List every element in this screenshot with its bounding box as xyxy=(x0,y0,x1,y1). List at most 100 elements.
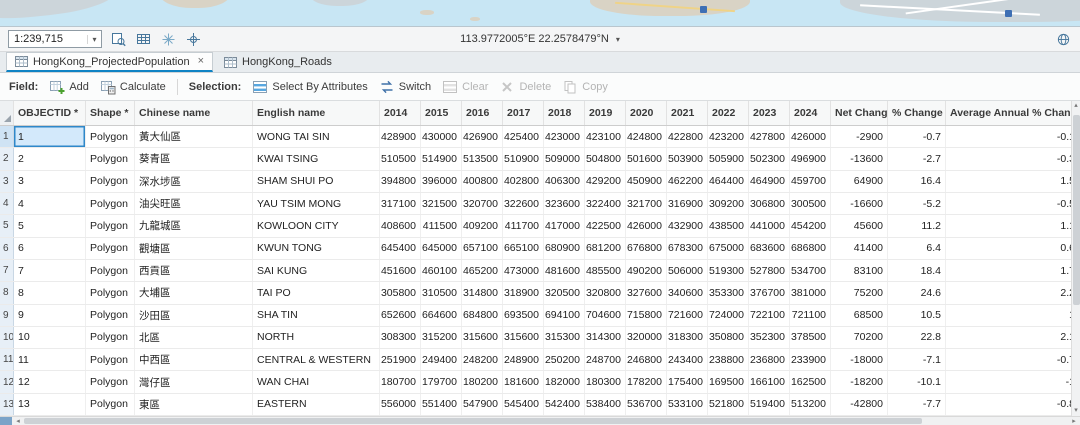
table-cell[interactable]: 306800 xyxy=(749,193,790,214)
table-cell[interactable]: -0.1 xyxy=(946,126,1080,147)
row-selector[interactable]: 12 xyxy=(0,371,14,392)
table-cell[interactable]: NORTH xyxy=(253,327,380,348)
table-cell[interactable]: 376700 xyxy=(749,282,790,303)
table-cell[interactable]: 686800 xyxy=(790,238,831,259)
table-cell[interactable]: 315200 xyxy=(421,327,462,348)
table-cell[interactable]: 504800 xyxy=(585,148,626,169)
table-cell[interactable]: 68500 xyxy=(831,305,888,326)
table-cell[interactable]: 411500 xyxy=(421,215,462,236)
table-cell[interactable]: 481600 xyxy=(544,260,585,281)
table-cell[interactable]: 556000 xyxy=(380,394,421,415)
table-cell[interactable]: 238800 xyxy=(708,349,749,370)
table-cell[interactable]: 501600 xyxy=(626,148,667,169)
table-cell[interactable]: 九龍城區 xyxy=(135,215,253,236)
table-cell[interactable]: 沙田區 xyxy=(135,305,253,326)
table-cell[interactable]: -0.7 xyxy=(888,126,946,147)
table-cell[interactable]: 423100 xyxy=(585,126,626,147)
table-cell[interactable]: 502300 xyxy=(749,148,790,169)
table-cell[interactable]: 510900 xyxy=(503,148,544,169)
row-selector[interactable]: 5 xyxy=(0,215,14,236)
table-cell[interactable]: 180300 xyxy=(585,371,626,392)
table-cell[interactable]: 178200 xyxy=(626,371,667,392)
table-cell[interactable]: 438500 xyxy=(708,215,749,236)
table-cell[interactable]: 464900 xyxy=(749,171,790,192)
row-selector[interactable]: 3 xyxy=(0,171,14,192)
table-cell[interactable]: 426000 xyxy=(626,215,667,236)
map-scale-combobox[interactable]: 1:239,715 ▾ xyxy=(8,30,102,48)
crosshair-icon[interactable] xyxy=(184,30,202,48)
table-cell[interactable]: -1 xyxy=(946,371,1080,392)
chevron-down-icon[interactable]: ▾ xyxy=(616,35,620,44)
table-cell[interactable]: 426900 xyxy=(462,126,503,147)
table-cell[interactable]: 514900 xyxy=(421,148,462,169)
table-cell[interactable]: 葵青區 xyxy=(135,148,253,169)
table-cell[interactable]: 315300 xyxy=(544,327,585,348)
table-cell[interactable]: 41400 xyxy=(831,238,888,259)
table-cell[interactable]: 664600 xyxy=(421,305,462,326)
table-cell[interactable]: 527800 xyxy=(749,260,790,281)
table-cell[interactable]: 675000 xyxy=(708,238,749,259)
table-cell[interactable]: 灣仔區 xyxy=(135,371,253,392)
scroll-right-icon[interactable]: ▸ xyxy=(1068,417,1080,425)
table-cell[interactable]: 327600 xyxy=(626,282,667,303)
table-cell[interactable]: 681200 xyxy=(585,238,626,259)
table-cell[interactable]: -2900 xyxy=(831,126,888,147)
table-cell[interactable]: 180200 xyxy=(462,371,503,392)
table-cell[interactable]: 485500 xyxy=(585,260,626,281)
table-cell[interactable]: 13 xyxy=(14,394,86,415)
vertical-scrollbar[interactable]: ▴ ▾ xyxy=(1071,101,1080,416)
table-cell[interactable]: 322400 xyxy=(585,193,626,214)
table-cell[interactable]: 233900 xyxy=(790,349,831,370)
table-cell[interactable]: 83100 xyxy=(831,260,888,281)
table-cell[interactable]: 10 xyxy=(14,327,86,348)
table-cell[interactable]: Polygon xyxy=(86,349,135,370)
table-cell[interactable]: 16.4 xyxy=(888,171,946,192)
column-header[interactable]: OBJECTID * xyxy=(14,101,86,125)
table-cell[interactable]: 251900 xyxy=(380,349,421,370)
table-cell[interactable]: 1.5 xyxy=(946,171,1080,192)
table-cell[interactable]: 5 xyxy=(14,215,86,236)
table-cell[interactable]: 411700 xyxy=(503,215,544,236)
table-cell[interactable]: Polygon xyxy=(86,193,135,214)
table-cell[interactable]: 645000 xyxy=(421,238,462,259)
row-selector[interactable]: 1 xyxy=(0,126,14,147)
select-by-attributes-button[interactable]: Select By Attributes xyxy=(252,79,367,95)
table-cell[interactable]: 321700 xyxy=(626,193,667,214)
table-cell[interactable]: WAN CHAI xyxy=(253,371,380,392)
table-cell[interactable]: 250200 xyxy=(544,349,585,370)
table-cell[interactable]: 175400 xyxy=(667,371,708,392)
table-cell[interactable]: 426000 xyxy=(790,126,831,147)
table-cell[interactable]: Polygon xyxy=(86,171,135,192)
table-cell[interactable]: Polygon xyxy=(86,305,135,326)
table-cell[interactable]: 680900 xyxy=(544,238,585,259)
table-cell[interactable]: 406300 xyxy=(544,171,585,192)
table-cell[interactable]: 657100 xyxy=(462,238,503,259)
clear-selection-button[interactable]: Clear xyxy=(442,79,488,95)
table-cell[interactable]: 510500 xyxy=(380,148,421,169)
table-cell[interactable]: SAI KUNG xyxy=(253,260,380,281)
table-cell[interactable]: 300500 xyxy=(790,193,831,214)
column-header[interactable]: 2022 xyxy=(708,101,749,125)
table-cell[interactable]: 316900 xyxy=(667,193,708,214)
table-cell[interactable]: 166100 xyxy=(749,371,790,392)
table-cell[interactable]: 317100 xyxy=(380,193,421,214)
table-cell[interactable]: 340600 xyxy=(667,282,708,303)
table-cell[interactable]: 509000 xyxy=(544,148,585,169)
row-selector[interactable]: 8 xyxy=(0,282,14,303)
table-cell[interactable]: 521800 xyxy=(708,394,749,415)
row-selector[interactable]: 9 xyxy=(0,305,14,326)
table-cell[interactable]: 496900 xyxy=(790,148,831,169)
table-cell[interactable]: 320700 xyxy=(462,193,503,214)
table-cell[interactable]: 652600 xyxy=(380,305,421,326)
table-cell[interactable]: 473000 xyxy=(503,260,544,281)
table-cell[interactable]: 490200 xyxy=(626,260,667,281)
column-header[interactable]: 2024 xyxy=(790,101,831,125)
table-cell[interactable]: 427800 xyxy=(749,126,790,147)
table-cell[interactable]: 248200 xyxy=(462,349,503,370)
table-cell[interactable]: 547900 xyxy=(462,394,503,415)
table-cell[interactable]: 248700 xyxy=(585,349,626,370)
table-cell[interactable]: 425400 xyxy=(503,126,544,147)
table-cell[interactable]: 246800 xyxy=(626,349,667,370)
table-cell[interactable]: 11 xyxy=(14,349,86,370)
table-cell[interactable]: 715800 xyxy=(626,305,667,326)
